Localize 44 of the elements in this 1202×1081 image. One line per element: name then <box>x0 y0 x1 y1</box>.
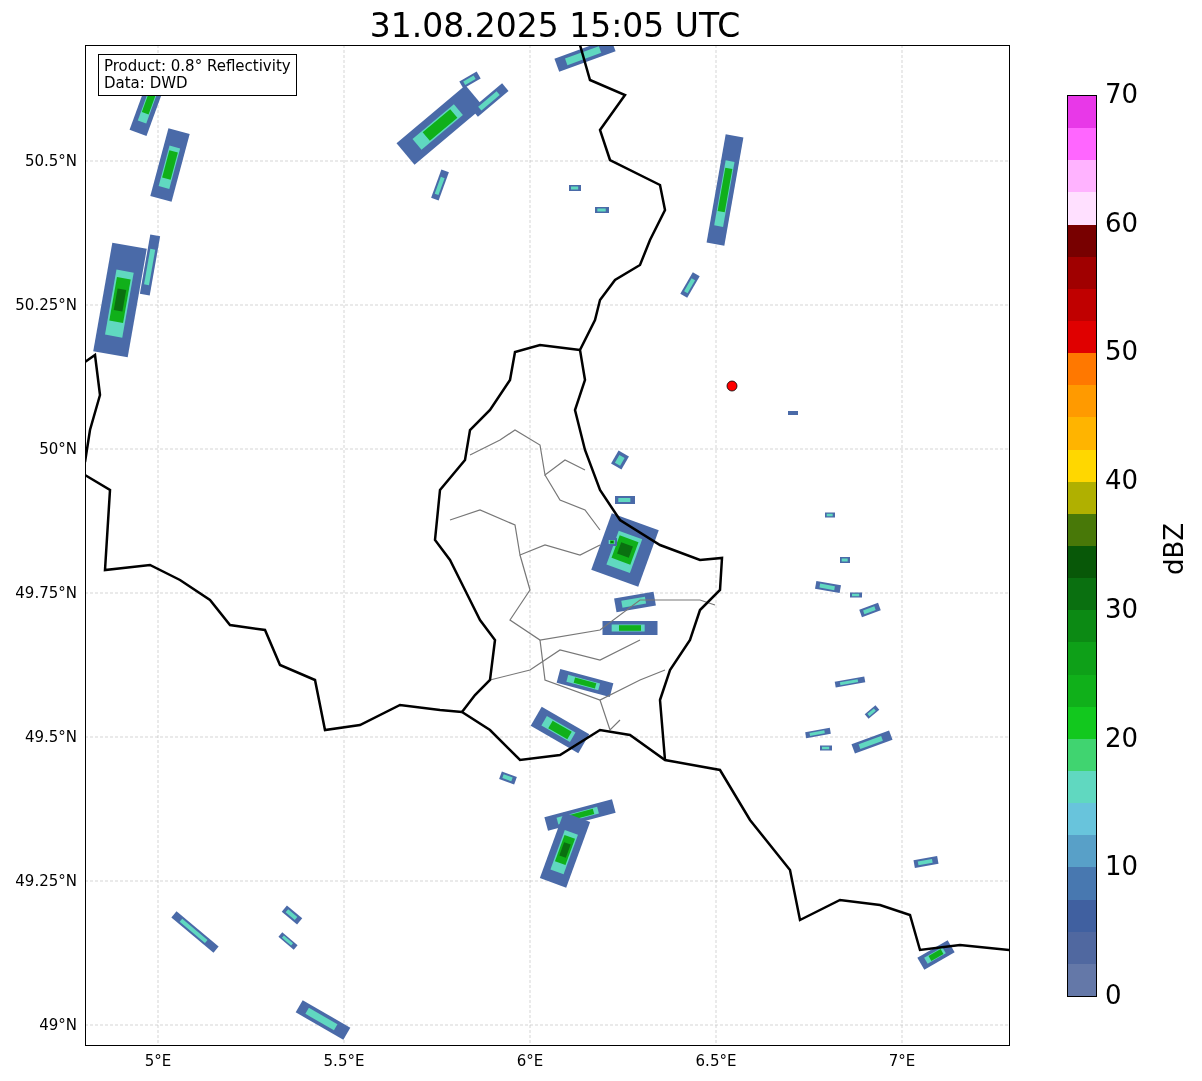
radar-echo <box>913 856 939 868</box>
radar-echo <box>820 745 832 751</box>
radar-echo <box>788 411 798 415</box>
longitude-label: 5.5°E <box>323 1052 365 1070</box>
colorbar-tick-label: 0 <box>1105 980 1122 1010</box>
radar-echo <box>840 557 850 563</box>
latitude-label: 50°N <box>39 440 77 458</box>
radar-echo <box>499 771 517 785</box>
colorbar-tick-label: 30 <box>1105 593 1139 624</box>
radar-echo <box>602 621 658 635</box>
radar-echo <box>850 592 862 598</box>
info-text: Product: 0.8° Reflectivity <box>104 58 291 75</box>
chart-title: 31.08.2025 15:05 UTC <box>368 5 742 45</box>
latitude-label: 49.5°N <box>24 728 77 746</box>
radar-echo <box>615 496 635 504</box>
longitude-label: 7°E <box>888 1052 916 1070</box>
colorbar-tick-label: 10 <box>1105 851 1139 882</box>
radar-echo <box>864 705 880 719</box>
latitude-label: 49.25°N <box>15 872 77 890</box>
radar-echo <box>834 676 866 688</box>
latitude-label: 49.75°N <box>15 584 77 602</box>
colorbar-tick-label: 70 <box>1105 79 1139 109</box>
radar-echo <box>556 669 614 697</box>
radar-echo <box>825 512 835 518</box>
colorbar-label: dBZ <box>1159 521 1189 575</box>
longitude-label: 6°E <box>516 1052 544 1070</box>
latitude-label: 49°N <box>39 1016 77 1034</box>
radar-site-marker <box>726 380 738 392</box>
latitude-label: 50.25°N <box>15 296 77 314</box>
longitude-label: 6.5°E <box>695 1052 737 1070</box>
radar-echo <box>569 185 581 191</box>
longitude-label: 5°E <box>144 1052 172 1070</box>
latitude-label: 50.5°N <box>24 152 77 170</box>
info-text: Data: DWD <box>104 75 189 92</box>
colorbar-tick-label: 40 <box>1105 465 1139 496</box>
radar-echo <box>611 450 629 470</box>
colorbar-tick-label: 20 <box>1105 722 1139 753</box>
colorbar-tick-label: 50 <box>1105 336 1139 367</box>
radar-echo <box>859 602 881 618</box>
colorbar-tick-label: 60 <box>1105 207 1139 238</box>
radar-echo <box>595 207 609 213</box>
radar-echo <box>614 591 656 613</box>
radar-echo <box>815 580 841 594</box>
radar-echo <box>805 727 831 739</box>
